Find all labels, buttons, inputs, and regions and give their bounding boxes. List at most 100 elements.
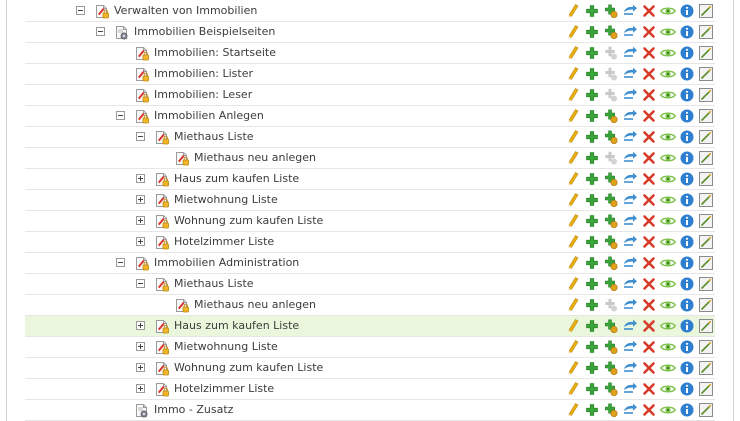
tree-row[interactable]: Wohnung zum kaufen Liste — [25, 211, 715, 232]
properties-icon[interactable] — [698, 171, 714, 187]
edit-pencil-icon[interactable] — [565, 45, 581, 61]
view-eye-icon[interactable] — [660, 255, 676, 271]
info-icon[interactable] — [679, 108, 695, 124]
info-icon[interactable] — [679, 192, 695, 208]
edit-pencil-icon[interactable] — [565, 24, 581, 40]
view-eye-icon[interactable] — [660, 339, 676, 355]
move-arrow-icon[interactable] — [622, 150, 638, 166]
expand-plus-icon[interactable] — [136, 237, 145, 246]
edit-pencil-icon[interactable] — [565, 150, 581, 166]
tree-row[interactable]: Hotelzimmer Liste — [25, 379, 715, 400]
move-arrow-icon[interactable] — [622, 171, 638, 187]
properties-icon[interactable] — [698, 3, 714, 19]
edit-pencil-icon[interactable] — [565, 234, 581, 250]
info-icon[interactable] — [679, 276, 695, 292]
add-subpage-icon[interactable] — [603, 402, 619, 418]
add-subpage-icon[interactable] — [603, 108, 619, 124]
add-plus-icon[interactable] — [584, 45, 600, 61]
collapse-minus-icon[interactable] — [116, 258, 125, 267]
edit-pencil-icon[interactable] — [565, 360, 581, 376]
info-icon[interactable] — [679, 318, 695, 334]
properties-icon[interactable] — [698, 339, 714, 355]
add-plus-icon[interactable] — [584, 213, 600, 229]
add-subpage-icon[interactable] — [603, 24, 619, 40]
expand-plus-icon[interactable] — [136, 174, 145, 183]
view-eye-icon[interactable] — [660, 318, 676, 334]
delete-x-icon[interactable] — [641, 3, 657, 19]
add-subpage-icon[interactable] — [603, 381, 619, 397]
move-arrow-icon[interactable] — [622, 297, 638, 313]
add-subpage-icon[interactable] — [603, 255, 619, 271]
delete-x-icon[interactable] — [641, 318, 657, 334]
add-subpage-icon[interactable] — [603, 3, 619, 19]
tree-row[interactable]: Haus zum kaufen Liste — [25, 169, 715, 190]
add-plus-icon[interactable] — [584, 150, 600, 166]
move-arrow-icon[interactable] — [622, 276, 638, 292]
tree-row-label[interactable]: Immobilien Anlegen — [154, 109, 264, 123]
delete-x-icon[interactable] — [641, 171, 657, 187]
info-icon[interactable] — [679, 360, 695, 376]
info-icon[interactable] — [679, 234, 695, 250]
properties-icon[interactable] — [698, 360, 714, 376]
add-plus-icon[interactable] — [584, 24, 600, 40]
expand-plus-icon[interactable] — [136, 342, 145, 351]
add-plus-icon[interactable] — [584, 402, 600, 418]
tree-row-label[interactable]: Miethaus Liste — [174, 130, 254, 144]
tree-row[interactable]: Miethaus neu anlegen — [25, 295, 715, 316]
tree-row-label[interactable]: Wohnung zum kaufen Liste — [174, 361, 323, 375]
delete-x-icon[interactable] — [641, 234, 657, 250]
move-arrow-icon[interactable] — [622, 24, 638, 40]
view-eye-icon[interactable] — [660, 234, 676, 250]
delete-x-icon[interactable] — [641, 24, 657, 40]
view-eye-icon[interactable] — [660, 213, 676, 229]
move-arrow-icon[interactable] — [622, 381, 638, 397]
view-eye-icon[interactable] — [660, 192, 676, 208]
tree-row-label[interactable]: Hotelzimmer Liste — [174, 235, 274, 249]
move-arrow-icon[interactable] — [622, 402, 638, 418]
add-plus-icon[interactable] — [584, 318, 600, 334]
collapse-minus-icon[interactable] — [96, 27, 105, 36]
expand-plus-icon[interactable] — [136, 321, 145, 330]
info-icon[interactable] — [679, 66, 695, 82]
info-icon[interactable] — [679, 381, 695, 397]
view-eye-icon[interactable] — [660, 360, 676, 376]
tree-row[interactable]: Hotelzimmer Liste — [25, 232, 715, 253]
tree-row-label[interactable]: Immobilien: Leser — [154, 88, 252, 102]
tree-row-label[interactable]: Immobilien Beispielseiten — [134, 25, 275, 39]
properties-icon[interactable] — [698, 87, 714, 103]
collapse-minus-icon[interactable] — [76, 6, 85, 15]
add-subpage-icon[interactable] — [603, 171, 619, 187]
add-subpage-icon[interactable] — [603, 276, 619, 292]
delete-x-icon[interactable] — [641, 87, 657, 103]
add-subpage-icon[interactable] — [603, 129, 619, 145]
edit-pencil-icon[interactable] — [565, 297, 581, 313]
edit-pencil-icon[interactable] — [565, 87, 581, 103]
info-icon[interactable] — [679, 213, 695, 229]
delete-x-icon[interactable] — [641, 381, 657, 397]
add-plus-icon[interactable] — [584, 108, 600, 124]
info-icon[interactable] — [679, 24, 695, 40]
edit-pencil-icon[interactable] — [565, 402, 581, 418]
tree-row-label[interactable]: Hotelzimmer Liste — [174, 382, 274, 396]
view-eye-icon[interactable] — [660, 24, 676, 40]
view-eye-icon[interactable] — [660, 66, 676, 82]
edit-pencil-icon[interactable] — [565, 66, 581, 82]
move-arrow-icon[interactable] — [622, 87, 638, 103]
collapse-minus-icon[interactable] — [136, 279, 145, 288]
edit-pencil-icon[interactable] — [565, 381, 581, 397]
tree-row[interactable]: Haus zum kaufen Liste — [25, 316, 715, 337]
add-plus-icon[interactable] — [584, 360, 600, 376]
add-plus-icon[interactable] — [584, 234, 600, 250]
view-eye-icon[interactable] — [660, 276, 676, 292]
view-eye-icon[interactable] — [660, 87, 676, 103]
move-arrow-icon[interactable] — [622, 108, 638, 124]
move-arrow-icon[interactable] — [622, 234, 638, 250]
add-plus-icon[interactable] — [584, 66, 600, 82]
tree-row-label[interactable]: Miethaus Liste — [174, 277, 254, 291]
delete-x-icon[interactable] — [641, 360, 657, 376]
tree-row[interactable]: Immobilien Beispielseiten — [25, 22, 715, 43]
tree-row[interactable]: Immobilien Anlegen — [25, 106, 715, 127]
add-subpage-icon[interactable] — [603, 360, 619, 376]
expand-plus-icon[interactable] — [136, 195, 145, 204]
view-eye-icon[interactable] — [660, 402, 676, 418]
